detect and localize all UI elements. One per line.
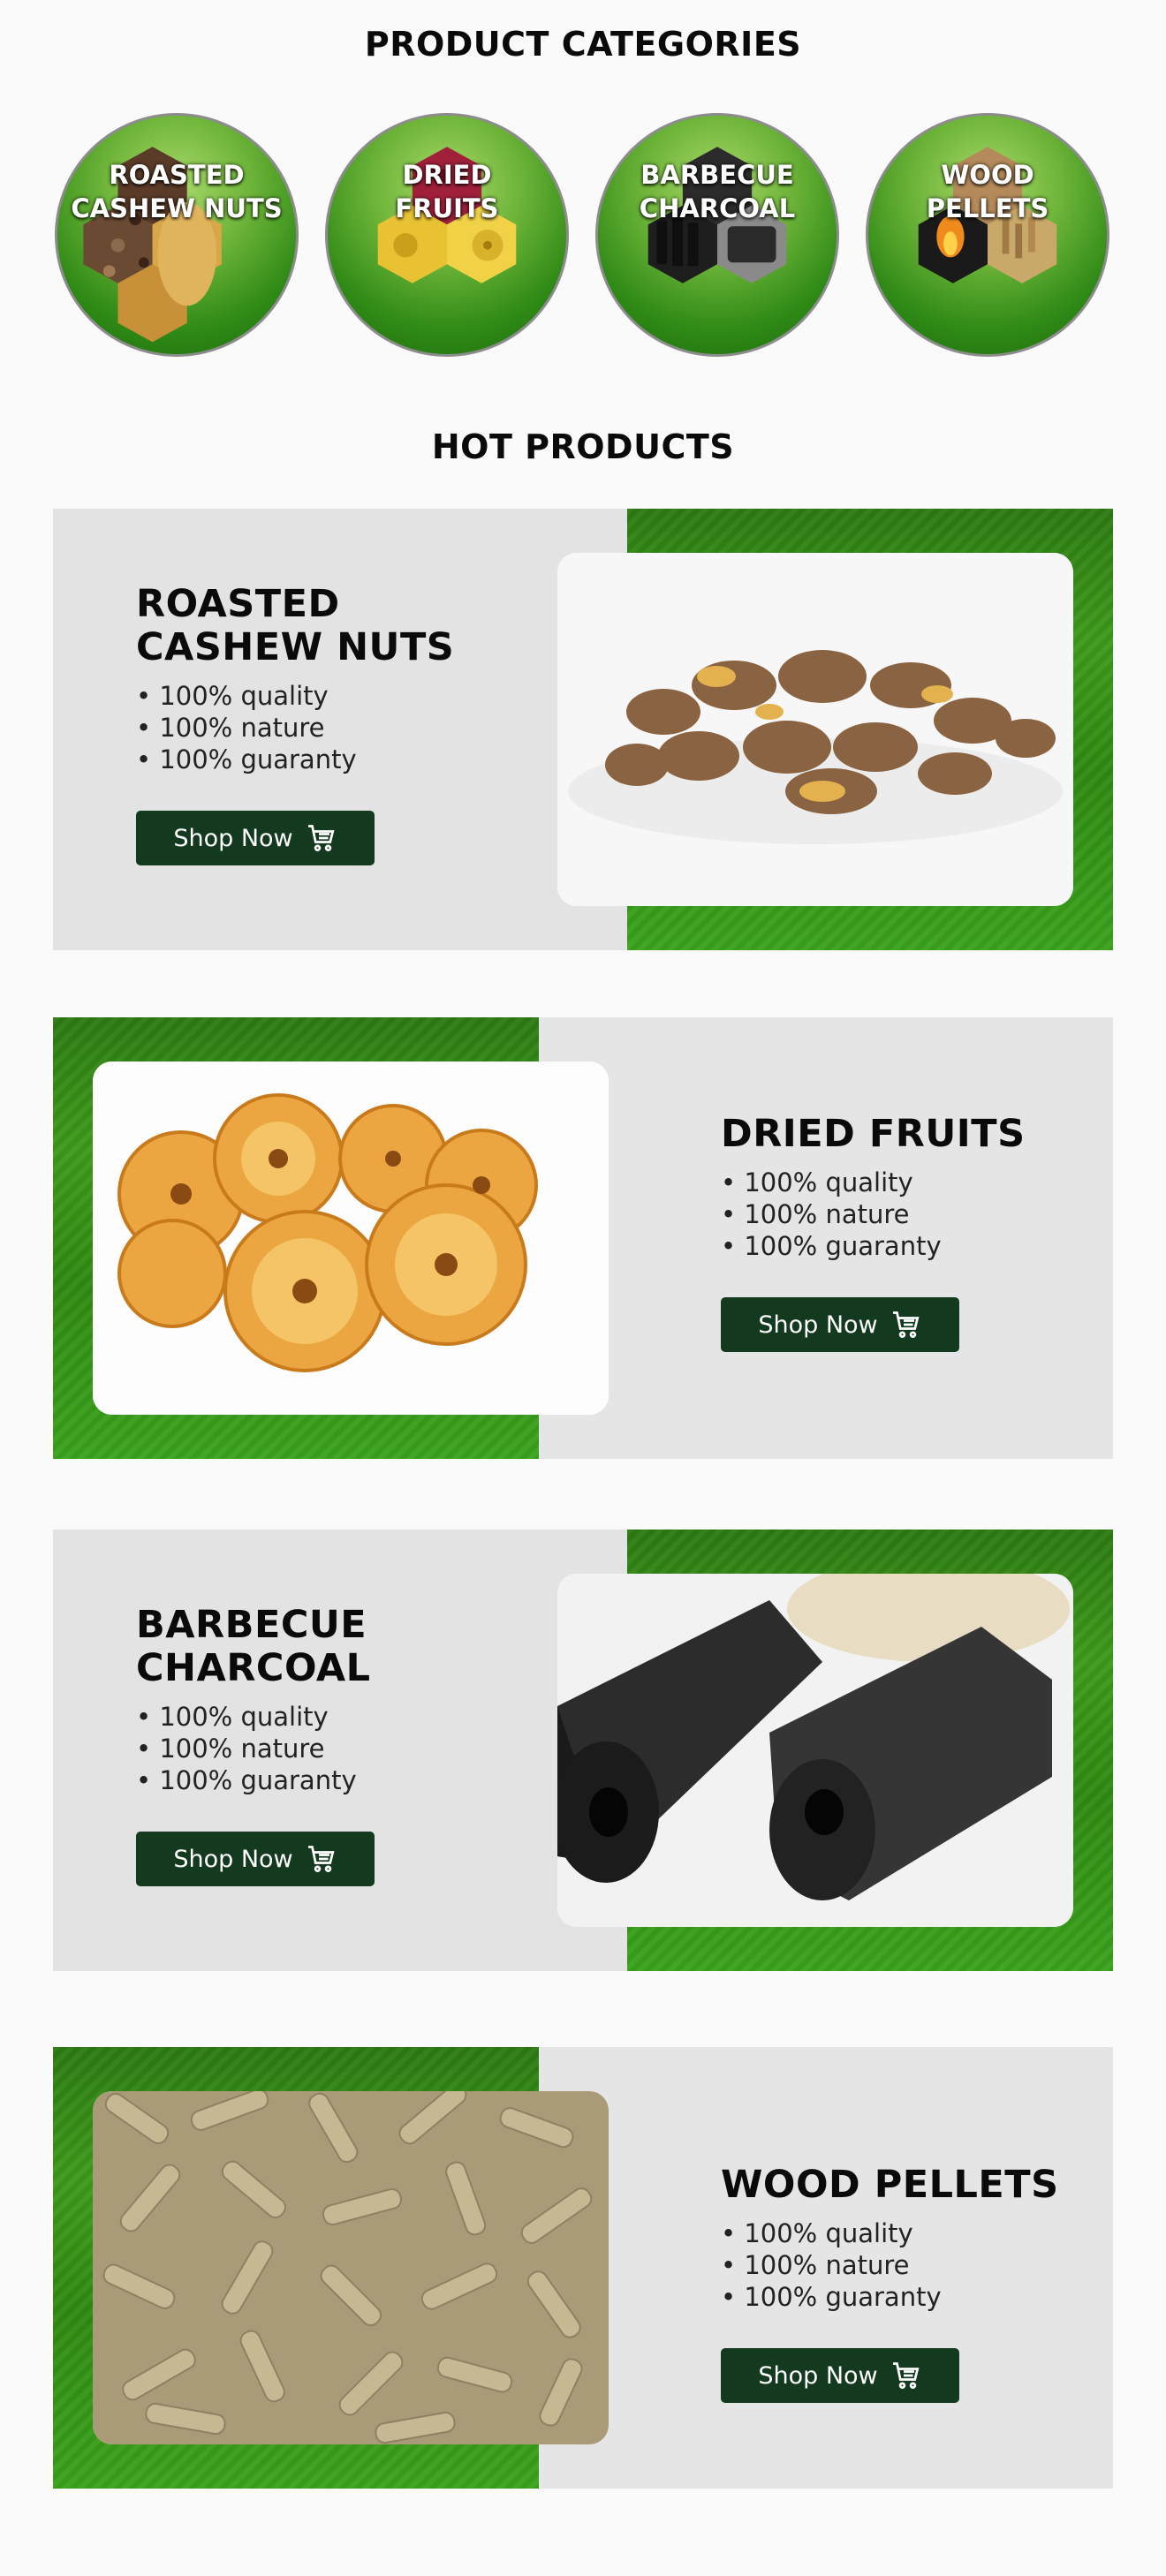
category-dried-fruits[interactable]: DRIED FRUITS [325, 113, 569, 357]
shop-now-button[interactable]: Shop Now [136, 1832, 375, 1886]
feature-nature: • 100% nature [721, 1199, 910, 1229]
shop-now-label: Shop Now [758, 1311, 878, 1339]
category-wood-pellets[interactable]: WOOD PELLETS [866, 113, 1109, 357]
feature-nature: • 100% nature [136, 713, 325, 743]
product-card-cashew: ROASTED CASHEW NUTS • 100% quality • 100… [53, 509, 1113, 950]
feature-nature: • 100% nature [721, 2250, 910, 2280]
product-card-wood-pellets: WOOD PELLETS • 100% quality • 100% natur… [53, 2047, 1113, 2489]
product-title: BARBECUE CHARCOAL [136, 1603, 371, 1690]
category-label: DRIED FRUITS [395, 160, 499, 223]
shopping-cart-icon [892, 1311, 920, 1338]
shopping-cart-icon [307, 1846, 335, 1872]
shop-now-button[interactable]: Shop Now [721, 2348, 959, 2403]
shop-now-label: Shop Now [173, 824, 293, 852]
feature-guaranty: • 100% guaranty [721, 1231, 942, 1261]
charcoal-photo [557, 1574, 1073, 1927]
wood-pellets-photo [93, 2091, 609, 2444]
product-title: WOOD PELLETS [721, 2163, 1059, 2207]
shop-now-button[interactable]: Shop Now [721, 1297, 959, 1352]
shop-now-button[interactable]: Shop Now [136, 811, 375, 865]
feature-quality: • 100% quality [136, 1702, 329, 1732]
dried-fruits-photo [93, 1061, 609, 1415]
feature-quality: • 100% quality [721, 1167, 913, 1197]
shop-now-label: Shop Now [173, 1845, 293, 1873]
cashew-photo [557, 553, 1073, 906]
feature-quality: • 100% quality [136, 681, 329, 711]
category-cashew-nuts[interactable]: ROASTED CASHEW NUTS [55, 113, 299, 357]
product-info: ROASTED CASHEW NUTS • 100% quality • 100… [136, 583, 454, 865]
product-title: DRIED FRUITS [721, 1112, 1026, 1156]
shopping-cart-icon [307, 825, 335, 851]
charcoal-category-image [647, 147, 787, 283]
category-label: BARBECUE CHARCOAL [639, 160, 796, 223]
wood-pellets-category-image [918, 147, 1057, 283]
category-label: WOOD PELLETS [926, 160, 1049, 223]
hot-products-title: HOT PRODUCTS [431, 427, 735, 466]
product-info: BARBECUE CHARCOAL • 100% quality • 100% … [136, 1604, 375, 1886]
product-info: DRIED FRUITS • 100% quality • 100% natur… [721, 1113, 1026, 1352]
cashew-category-image [83, 147, 222, 343]
categories-title: PRODUCT CATEGORIES [364, 25, 802, 64]
category-label: ROASTED CASHEW NUTS [71, 160, 283, 223]
feature-guaranty: • 100% guaranty [136, 744, 357, 774]
shopping-cart-icon [892, 2362, 920, 2389]
product-info: WOOD PELLETS • 100% quality • 100% natur… [721, 2164, 1059, 2403]
feature-quality: • 100% quality [721, 2218, 913, 2248]
feature-guaranty: • 100% guaranty [721, 2282, 942, 2312]
dried-fruits-category-image [377, 147, 517, 283]
product-card-dried-fruits: DRIED FRUITS • 100% quality • 100% natur… [53, 1017, 1113, 1459]
product-card-charcoal: BARBECUE CHARCOAL • 100% quality • 100% … [53, 1530, 1113, 1971]
product-title: ROASTED CASHEW NUTS [136, 582, 455, 669]
shop-now-label: Shop Now [758, 2361, 878, 2390]
category-barbecue-charcoal[interactable]: BARBECUE CHARCOAL [595, 113, 839, 357]
feature-nature: • 100% nature [136, 1734, 325, 1764]
feature-guaranty: • 100% guaranty [136, 1765, 357, 1795]
